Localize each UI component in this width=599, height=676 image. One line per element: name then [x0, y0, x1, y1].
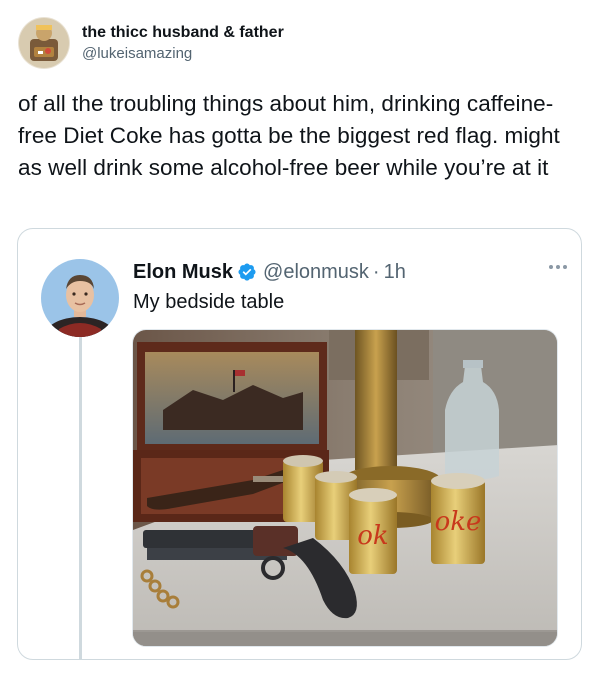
bedside-table-photo: ok oke: [133, 330, 557, 646]
author-display-name[interactable]: the thicc husband & father: [82, 22, 284, 43]
thread-line: [79, 317, 82, 659]
svg-text:oke: oke: [435, 507, 482, 537]
more-options-icon[interactable]: [549, 265, 567, 269]
quoted-avatar-image: [41, 259, 119, 337]
svg-text:ok: ok: [357, 521, 388, 551]
quoted-photo[interactable]: ok oke: [132, 329, 558, 647]
quoted-text: My bedside table: [133, 291, 285, 313]
tweet-text: of all the troubling things about him, d…: [18, 91, 560, 180]
quoted-timestamp[interactable]: 1h: [384, 261, 406, 284]
can-4: oke: [431, 473, 485, 564]
avatar-image: [18, 17, 70, 69]
author-handle[interactable]: @lukeisamazing: [82, 43, 284, 64]
quoted-handle[interactable]: @elonmusk: [263, 261, 369, 284]
tweet: the thicc husband & father @lukeisamazin…: [0, 0, 599, 676]
quoted-tweet-card[interactable]: Elon Musk @elonmusk · 1h My bedside tabl…: [17, 228, 582, 660]
separator-dot: ·: [372, 260, 380, 283]
verified-badge-icon: [238, 263, 256, 281]
can-3: ok: [349, 488, 397, 574]
avatar[interactable]: [18, 17, 70, 69]
tweet-author[interactable]: the thicc husband & father @lukeisamazin…: [18, 14, 284, 72]
quoted-avatar[interactable]: [41, 259, 119, 337]
quoted-display-name[interactable]: Elon Musk: [133, 261, 233, 284]
